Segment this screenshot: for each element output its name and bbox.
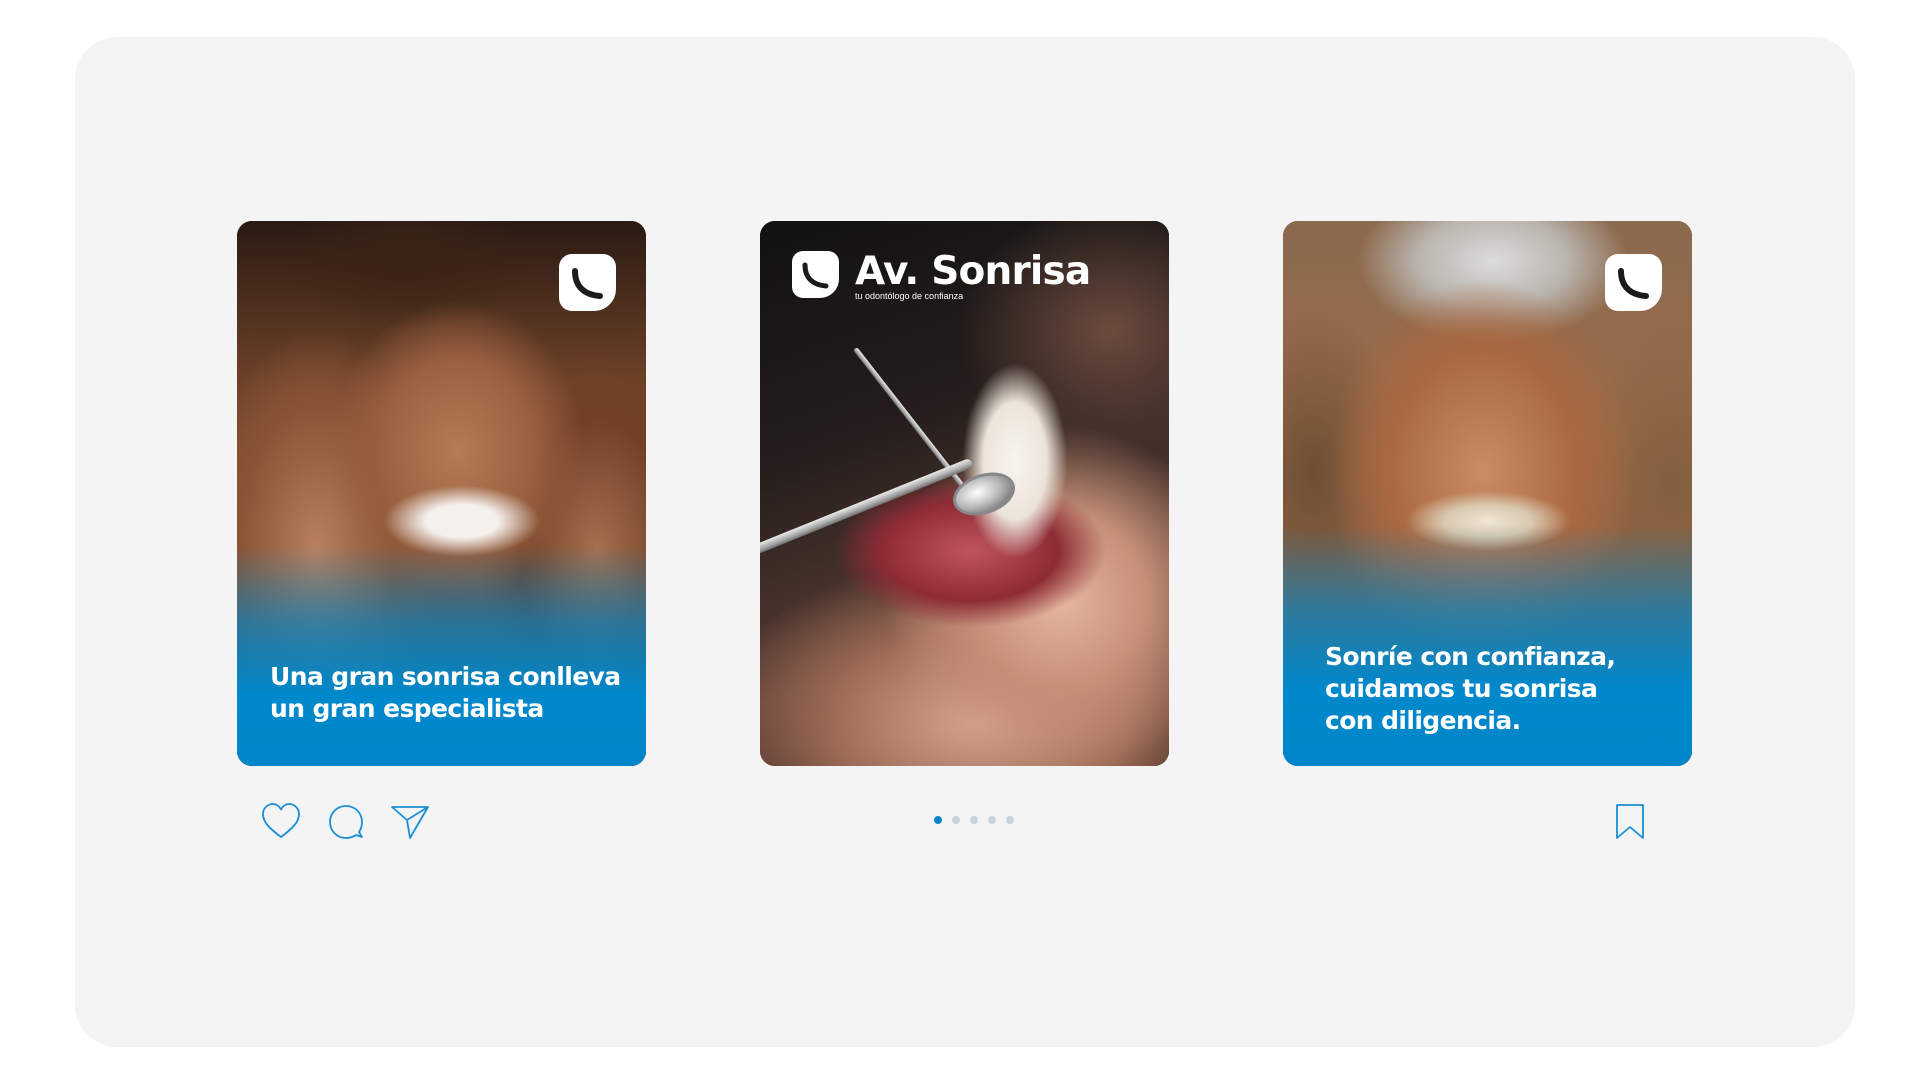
brand-logo-icon [792, 251, 839, 298]
brand-header: Av. Sonrisa tu odontólogo de confianza [792, 249, 1091, 302]
card-caption: Sonríe con confianza, cuidamos tu sonris… [1325, 642, 1616, 735]
carousel-card-2[interactable]: Av. Sonrisa tu odontólogo de confianza [760, 221, 1169, 766]
carousel-pagination [934, 816, 1014, 824]
brand-logo-icon [1605, 254, 1662, 311]
carousel-dot-3[interactable] [970, 816, 978, 824]
brand-name: Av. Sonrisa [855, 249, 1091, 294]
carousel-card-1[interactable]: Una gran sonrisa conlleva un gran especi… [237, 221, 646, 766]
bookmark-icon[interactable] [1608, 800, 1652, 844]
brand-tagline: tu odontólogo de confianza [855, 291, 964, 301]
card-caption: Una gran sonrisa conlleva un gran especi… [270, 662, 621, 723]
carousel-dot-5[interactable] [1006, 816, 1014, 824]
carousel-dot-4[interactable] [988, 816, 996, 824]
carousel-card-3[interactable]: Sonríe con confianza, cuidamos tu sonris… [1283, 221, 1692, 766]
heart-icon[interactable] [259, 800, 303, 844]
blue-gradient-overlay [237, 546, 646, 766]
send-icon[interactable] [388, 800, 432, 844]
comment-icon[interactable] [324, 800, 368, 844]
brand-logo-icon [559, 254, 616, 311]
carousel-dot-2[interactable] [952, 816, 960, 824]
carousel-dot-1[interactable] [934, 816, 942, 824]
